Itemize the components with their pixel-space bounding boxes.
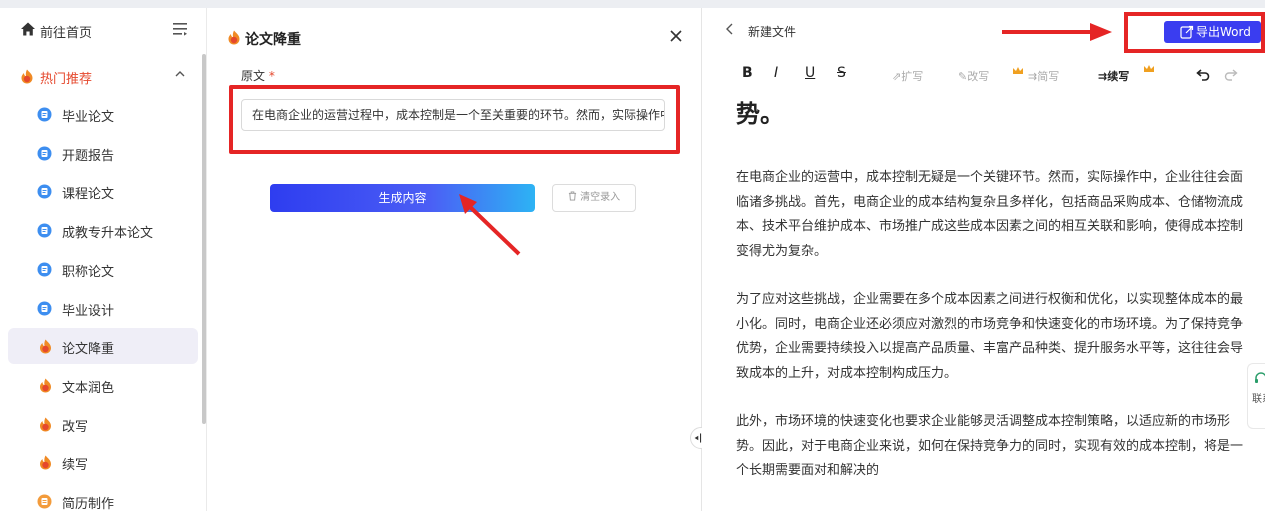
strikethrough-button[interactable]: S [837,65,846,81]
doc-icon [37,146,52,161]
sidebar-item-label: 文本润色 [62,381,115,396]
doc-icon [37,107,52,122]
flame-icon [228,30,240,45]
flame-icon [21,69,33,84]
sidebar-item-label: 毕业论文 [62,110,115,125]
sidebar-item[interactable]: 续写 [8,444,198,480]
document-body[interactable]: 势。 在电商企业的运营中，成本控制无疑是一个关键环节。然而，实际操作中，企业往往… [736,92,1246,511]
doc-icon [37,262,52,277]
contact-label: 联系客服 [1252,394,1265,405]
collapse-menu-icon[interactable] [172,22,188,36]
clear-label: 清空录入 [580,192,621,203]
redo-icon[interactable] [1224,69,1238,81]
doc-icon [37,223,52,238]
flame-icon [40,339,51,354]
sidebar-item-label: 职称论文 [62,265,115,280]
sidebar-item[interactable]: 改写 [8,406,198,442]
home-link[interactable]: 前往首页 [0,8,206,50]
editor-panel: 新建文件 导出Word B I U S ⇗扩写 ✎改写 ⇉简写 ⇉续写 势。 在… [702,8,1265,511]
crown-icon [1144,65,1154,72]
sidebar-item[interactable]: 开题报告 [8,135,198,171]
document-name[interactable]: 新建文件 [748,23,796,40]
sidebar-scrollbar[interactable] [202,54,206,424]
original-label-text: 原文 [241,69,266,83]
sidebar-item-label: 课程论文 [62,187,115,202]
home-label: 前往首页 [40,26,93,41]
continue-button[interactable]: ⇉续写 [1098,68,1129,84]
sidebar-item[interactable]: 毕业论文 [8,96,198,132]
headset-icon [1255,372,1265,383]
sidebar-item[interactable]: 成教专升本论文 [8,212,198,248]
underline-button[interactable]: U [805,65,815,81]
rewrite-label: 改写 [967,70,990,83]
sidebar-item[interactable]: 毕业设计 [8,290,198,326]
sidebar-item[interactable]: 职称论文 [8,251,198,287]
sidebar-item[interactable]: 简历制作 [8,483,198,511]
sidebar-item-label: 改写 [62,420,89,435]
simplify-label: 简写 [1037,70,1060,83]
paragraph: 为了应对这些挑战，企业需要在多个成本因素之间进行权衡和优化，以实现整体成本的最小… [736,292,1244,381]
contact-service-button[interactable]: 联系客服 [1247,363,1265,429]
sidebar: 前往首页 热门推荐 毕业论文开题报告课程论文成教专升本论文 职称论文毕业设计论文降… [0,8,207,511]
annotation-arrow [1002,23,1112,41]
clear-input-button[interactable]: 清空录入 [552,184,636,212]
continue-label: 续写 [1107,70,1130,83]
sidebar-item-label: 续写 [62,458,89,473]
paragraph: 此外，市场环境的快速变化也要求企业能够灵活调整成本控制策略，以适应新的市场形势。… [736,414,1244,478]
flame-icon [40,417,51,432]
top-strip [0,0,1265,8]
sidebar-item-label: 毕业设计 [62,304,115,319]
sidebar-item-label: 简历制作 [62,497,115,511]
trash-icon [568,191,577,201]
simplify-button[interactable]: ⇉简写 [1028,68,1059,84]
sidebar-group-label: 热门推荐 [40,72,93,87]
resume-icon [37,494,52,509]
expand-label: 扩写 [901,70,924,83]
home-icon [21,22,35,36]
annotation-highlight-box [229,85,680,154]
annotation-arrow [459,194,521,256]
sidebar-item-label: 论文降重 [62,342,115,357]
bold-button[interactable]: B [742,65,753,81]
crown-icon [1013,67,1023,74]
close-icon[interactable] [667,27,685,45]
original-text-label: 原文 * [241,67,275,84]
doc-icon [37,184,52,199]
expand-button[interactable]: ⇗扩写 [892,68,923,84]
rewrite-panel: 论文降重 原文 * 在电商企业的运营过程中，成本控制是一个至关重要的环节。然而，… [207,8,701,511]
panel-title: 论文降重 [245,32,301,48]
sidebar-item-label: 开题报告 [62,149,115,164]
flame-icon [40,378,51,393]
annotation-highlight-box [1124,12,1265,53]
sidebar-item[interactable]: 文本润色 [8,367,198,403]
editor-toolbar: B I U S ⇗扩写 ✎改写 ⇉简写 ⇉续写 [702,62,1265,90]
italic-button[interactable]: I [774,65,778,81]
simplify-icon: ⇉ [1028,70,1038,83]
paragraph: 在电商企业的运营中，成本控制无疑是一个关键环节。然而，实际操作中，企业往往会面临… [736,170,1244,259]
expand-icon: ⇗ [892,70,902,83]
doc-icon [37,301,52,316]
sidebar-group-hot[interactable]: 热门推荐 [8,58,198,94]
heading-fragment: 势。 [736,100,784,128]
chevron-up-icon[interactable] [174,68,186,80]
continue-icon: ⇉ [1098,70,1108,83]
sidebar-item[interactable]: 论文降重 [8,328,198,364]
sidebar-item-label: 成教专升本论文 [62,226,154,241]
magic-icon: ✎ [958,70,968,83]
chevron-left-icon[interactable] [724,22,734,36]
sidebar-item[interactable]: 课程论文 [8,173,198,209]
rewrite-button[interactable]: ✎改写 [958,68,989,84]
required-mark: * [268,69,275,83]
undo-icon[interactable] [1196,69,1210,81]
flame-icon [40,455,51,470]
